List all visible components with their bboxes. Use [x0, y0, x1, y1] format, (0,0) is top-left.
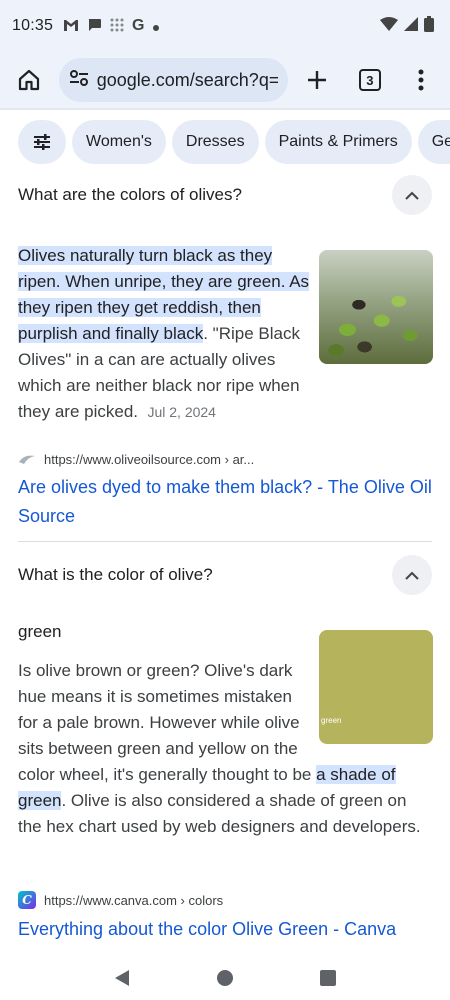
collapse-button[interactable] — [392, 175, 432, 215]
chip-womens[interactable]: Women's — [72, 120, 166, 164]
chip-get[interactable]: Get — [417, 120, 450, 164]
collapse-button[interactable] — [392, 555, 432, 595]
toolbar-divider — [0, 108, 450, 110]
gmail-icon — [63, 19, 79, 34]
tab-count: 3 — [358, 69, 381, 91]
grid-icon — [110, 18, 124, 34]
search-results: What are the colors of olives? Olives na… — [0, 166, 450, 956]
more-vert-icon — [418, 69, 424, 91]
faq-answer-2: Is olive brown or green? Olive's dark hu… — [18, 658, 433, 840]
answer-date: Jul 2, 2024 — [147, 404, 216, 420]
recents-button[interactable] — [312, 962, 344, 994]
source-oliveoilsource[interactable]: https://www.oliveoilsource.com › ar... — [18, 450, 254, 468]
google-icon: G — [132, 17, 145, 34]
faq-separator — [18, 541, 432, 542]
recents-icon — [320, 970, 337, 986]
new-tab-button[interactable] — [298, 60, 337, 100]
float-spacer — [305, 658, 433, 754]
answer-text-end: . Olive is also considered a shade of gr… — [18, 791, 421, 836]
back-icon — [114, 970, 129, 986]
faq-question-text: What is the color of olive? — [18, 565, 213, 584]
faq-question-2[interactable]: What is the color of olive? — [18, 555, 432, 595]
chat-icon — [87, 18, 102, 34]
chevron-up-icon — [405, 191, 419, 200]
chip-paints-primers[interactable]: Paints & Primers — [264, 120, 412, 164]
filter-settings-chip[interactable] — [18, 120, 66, 164]
signal-icon — [404, 16, 418, 36]
faq-question-1[interactable]: What are the colors of olives? — [18, 175, 432, 215]
source-url: https://www.oliveoilsource.com › ar... — [44, 451, 255, 467]
filter-chips: Women's Dresses Paints & Primers Get — [18, 120, 450, 166]
faq-question-text: What are the colors of olives? — [18, 185, 242, 204]
tune-icon — [34, 134, 50, 150]
home-button[interactable] — [10, 60, 49, 100]
system-icons — [380, 15, 434, 37]
wifi-icon — [380, 16, 398, 36]
url-text: google.com/search?q=o — [96, 69, 278, 90]
address-bar[interactable]: google.com/search?q=o — [58, 58, 288, 102]
system-nav-bar — [0, 956, 450, 1000]
tab-switcher-button[interactable]: 3 — [351, 60, 390, 100]
dot-icon — [152, 19, 159, 33]
site-settings-icon[interactable] — [69, 69, 89, 92]
browser-toolbar: google.com/search?q=o 3 — [0, 52, 450, 108]
result-link-canva[interactable]: Everything about the color Olive Green -… — [18, 915, 433, 944]
status-bar: 10:35 G — [0, 0, 450, 52]
olives-image[interactable] — [319, 250, 433, 364]
result-link-olive-oil-source[interactable]: Are olives dyed to make them black? - Th… — [18, 473, 433, 531]
home-circle-icon — [216, 970, 233, 986]
home-icon — [19, 69, 40, 91]
home-nav-button[interactable] — [209, 962, 241, 994]
chip-dresses[interactable]: Dresses — [171, 120, 259, 164]
source-url: https://www.canva.com › colors — [44, 892, 224, 908]
source-canva[interactable]: C https://www.canva.com › colors — [18, 891, 223, 909]
chevron-up-icon — [405, 571, 419, 580]
notification-icons: G — [63, 17, 159, 34]
canva-favicon: C — [18, 891, 36, 909]
back-button[interactable] — [106, 962, 138, 994]
plus-icon — [308, 71, 327, 89]
battery-icon — [424, 15, 434, 37]
status-time: 10:35 — [12, 17, 54, 34]
answer-text: Is olive brown or green? Olive's dark hu… — [18, 661, 317, 784]
overflow-menu-button[interactable] — [401, 60, 440, 100]
oliveoilsource-favicon — [18, 450, 36, 468]
